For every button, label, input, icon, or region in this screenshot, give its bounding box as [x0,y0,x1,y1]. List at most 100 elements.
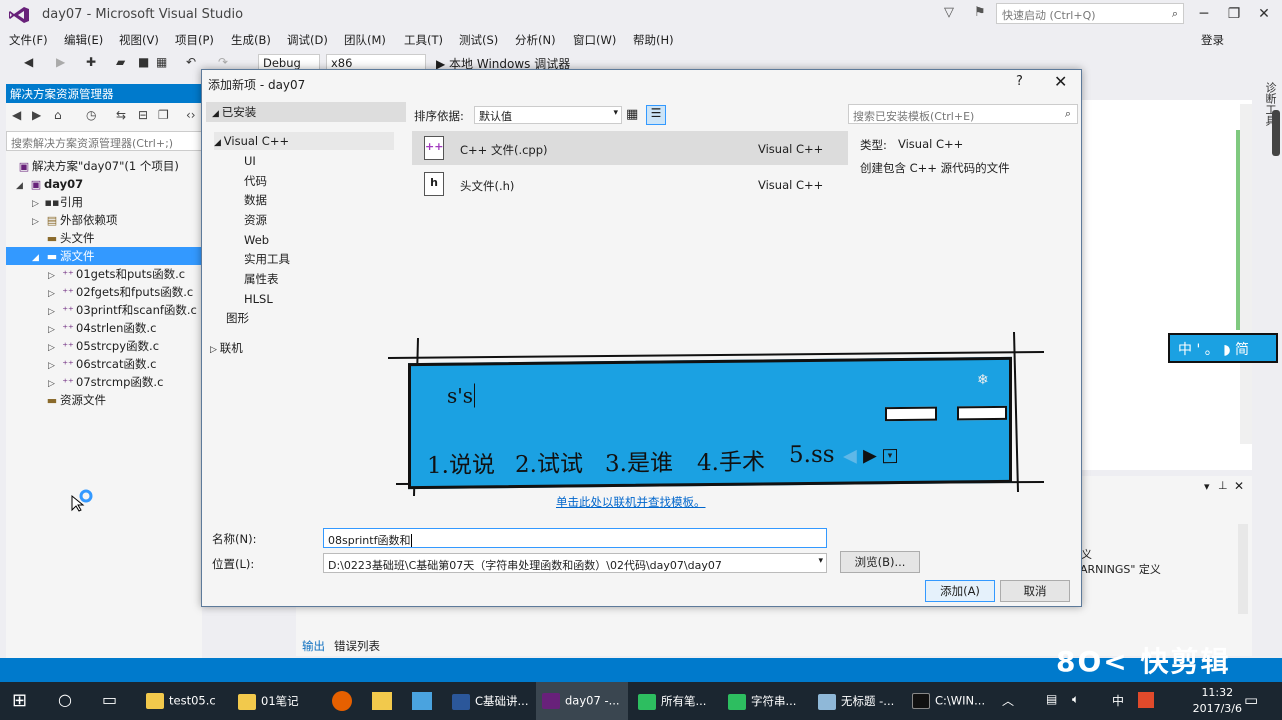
template-search-input[interactable]: 搜索已安装模板(Ctrl+E) ⌕ [848,104,1078,124]
ime-prev-page-icon[interactable]: ◀ [843,445,857,466]
taskbar-item[interactable]: 所有笔... [632,682,718,720]
add-button[interactable]: 添加(A) [925,580,995,602]
firefox-icon[interactable] [332,691,352,711]
notification-flag-icon[interactable]: ⚑ [974,5,986,20]
pin-icon[interactable]: ⊥ [1218,479,1228,492]
back-icon[interactable]: ◀ [24,55,33,69]
sogou-ime-icon[interactable] [1138,692,1154,708]
tree-item-file[interactable]: ▷ ⁺⁺ 07strcmp函数.c [48,373,202,391]
maximize-button[interactable]: ❐ [1226,6,1242,22]
browse-button[interactable]: 浏览(B)... [840,551,920,573]
tree-item-solution[interactable]: ▣ 解决方案"day07"(1 个项目) [16,157,202,175]
category-visual-cpp[interactable]: ◢ Visual C++ [214,132,394,150]
taskbar-item-active[interactable]: day07 -... [536,682,628,720]
tree-item-file[interactable]: ▷ ⁺⁺ 04strlen函数.c [48,319,202,337]
signin-link[interactable]: 登录 [1201,32,1224,48]
output-scrollbar[interactable] [1238,524,1248,614]
clock[interactable]: 11:32 2017/3/6 [1193,685,1242,717]
filter-icon[interactable]: ▽ [944,5,954,20]
category-graphics[interactable]: 图形 [226,309,249,327]
show-all-files-icon[interactable]: ❐ [158,108,169,122]
tab-error-list[interactable]: 错误列表 [334,638,380,654]
tree-item-file[interactable]: ▷ ⁺⁺ 03printf和scanf函数.c [48,301,202,319]
category-utility[interactable]: 实用工具 [244,250,290,268]
taskbar-item[interactable]: 无标题 -... [812,682,902,720]
menu-project[interactable]: 项目(P) [175,32,214,48]
expanded-arrow-icon[interactable]: ◢ [32,249,44,267]
solution-explorer-search-input[interactable]: 搜索解决方案资源管理器(Ctrl+;) [6,131,202,151]
tree-item-external-deps[interactable]: ▷ ▤ 外部依赖项 [32,211,202,229]
sync-icon[interactable]: ⇆ [116,108,126,122]
tray-ime-indicator[interactable]: 中 [1112,692,1124,709]
tree-item-references[interactable]: ▷ ▪▪引用 [32,193,202,211]
undo-icon[interactable]: ↶ [186,55,196,69]
ime-candidate[interactable]: 5.ss [789,442,835,468]
quick-launch-input[interactable]: 快速启动 (Ctrl+Q) ⌕ [996,3,1184,24]
ime-next-page-icon[interactable]: ▶ [863,445,877,466]
grid-view-icon[interactable]: ▦ [626,107,638,122]
category-online[interactable]: ▷ 联机 [210,339,243,357]
ime-candidate[interactable]: 4.手术 [697,442,765,477]
item-name-input[interactable]: 08sprintf函数和 [323,528,827,548]
back-icon[interactable]: ◀ [12,108,21,122]
tree-item-project[interactable]: ◢ ▣ day07 [16,175,202,193]
panel-close-icon[interactable]: ✕ [1234,479,1244,493]
sort-select[interactable]: 默认值 ▾ [474,106,622,124]
category-hlsl[interactable]: HLSL [244,290,273,308]
action-center-icon[interactable]: ▭ [1244,691,1258,709]
tab-output[interactable]: 输出 [302,638,325,654]
online-templates-link[interactable]: 单击此处以联机并查找模板。 [556,494,706,510]
search-icon[interactable]: ○ [58,690,72,709]
collapsed-arrow-icon[interactable]: ▷ [48,285,60,301]
dialog-close-button[interactable]: ✕ [1054,72,1067,91]
volume-icon[interactable]: 🔈︎ [1072,692,1079,707]
ime-skin-button[interactable] [885,406,937,422]
tray-expand-icon[interactable]: ︿ [1002,692,1014,709]
minimize-button[interactable]: ─ [1196,6,1212,22]
menu-tools[interactable]: 工具(T) [404,32,443,48]
list-view-icon[interactable]: ☰ [646,105,666,125]
taskbar-item[interactable]: test05.c [140,682,230,720]
tree-item-file[interactable]: ▷ ⁺⁺ 05strcpy函数.c [48,337,202,355]
forward-icon[interactable]: ▶ [32,108,41,122]
forward-icon[interactable]: ▶ [56,55,65,69]
home-icon[interactable]: ⌂ [54,108,62,122]
cancel-button[interactable]: 取消 [1000,580,1070,602]
ime-candidate[interactable]: 2.试试 [515,444,583,479]
file-explorer-icon[interactable] [372,692,392,710]
side-toolbox-tab[interactable]: 诊断工具 [1256,80,1282,240]
toolbox-handle[interactable] [1272,110,1280,156]
chevron-down-icon[interactable]: ▾ [818,556,823,566]
new-project-icon[interactable]: ✚ [86,55,96,69]
category-property-sheets[interactable]: 属性表 [244,270,279,288]
category-web[interactable]: Web [244,231,269,249]
view-code-icon[interactable]: ‹› [186,108,196,122]
expanded-arrow-icon[interactable]: ◢ [16,177,28,195]
ime-expand-icon[interactable]: ▾ [883,449,897,464]
tree-item-header-files[interactable]: ▬ 头文件 [32,229,202,247]
history-icon[interactable]: ◷ [86,108,96,122]
taskbar-item[interactable]: 字符串... [722,682,808,720]
menu-test[interactable]: 测试(S) [459,32,498,48]
remote-desktop-icon[interactable] [412,692,432,710]
taskbar-item[interactable]: 01笔记 [232,682,318,720]
taskbar-item[interactable]: C基础讲... [446,682,532,720]
windows-start-icon[interactable]: ⊞ [12,690,27,711]
save-all-icon[interactable]: ▦ [156,55,167,69]
tree-item-resource-files[interactable]: ▬ 资源文件 [32,391,202,409]
category-code[interactable]: 代码 [244,172,267,190]
category-ui[interactable]: UI [244,152,256,170]
category-resource[interactable]: 资源 [244,211,267,229]
task-view-icon[interactable]: ▭ [102,690,117,709]
template-item-header[interactable]: h 头文件(.h) Visual C++ [412,167,848,201]
installed-header[interactable]: ◢ 已安装 [206,102,406,122]
save-icon[interactable]: ■ [138,55,149,69]
menu-help[interactable]: 帮助(H) [633,32,674,48]
editor-scrollbar[interactable] [1240,104,1252,444]
menu-analyze[interactable]: 分析(N) [515,32,556,48]
menu-build[interactable]: 生成(B) [231,32,271,48]
taskbar-item[interactable]: C:\WIN... [906,682,994,720]
panel-dropdown-icon[interactable]: ▾ [1204,480,1210,493]
tree-item-source-files[interactable]: ◢ ▬ 源文件 [6,247,202,265]
network-icon[interactable]: ▤ [1046,692,1057,706]
